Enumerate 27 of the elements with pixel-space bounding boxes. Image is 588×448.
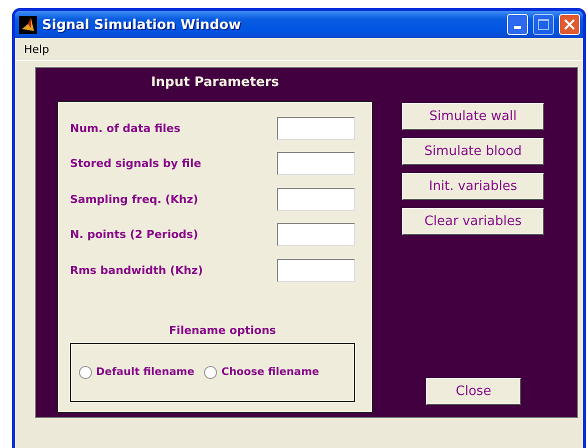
close-button[interactable] bbox=[559, 14, 580, 35]
group-title: Filename options bbox=[169, 324, 276, 336]
input-field[interactable] bbox=[277, 188, 355, 210]
input-field[interactable] bbox=[277, 223, 355, 246]
window-title: Signal Simulation Window bbox=[42, 16, 242, 32]
input-field[interactable] bbox=[277, 116, 355, 140]
field-label: Stored signals by file bbox=[70, 157, 202, 170]
field-label: Num. of data files bbox=[70, 122, 180, 134]
action-button[interactable]: Simulate wall bbox=[402, 103, 544, 130]
maximize-icon bbox=[538, 19, 549, 30]
field-label: Sampling freq. (Khz) bbox=[70, 192, 198, 206]
action-button[interactable]: Init. variables bbox=[402, 173, 544, 200]
maximize-button[interactable] bbox=[533, 14, 554, 35]
input-field[interactable] bbox=[277, 152, 355, 175]
field-label: N. points (2 Periods) bbox=[70, 228, 198, 241]
input-field[interactable] bbox=[277, 258, 355, 282]
panel-title: Input Parameters bbox=[150, 76, 280, 92]
action-button[interactable]: Clear variables bbox=[402, 208, 544, 235]
app-logo-icon bbox=[19, 16, 37, 34]
radio-option[interactable]: Default filename bbox=[79, 366, 194, 378]
field-label: Rms bandwidth (Khz) bbox=[70, 264, 203, 276]
radio-option[interactable]: Choose filename bbox=[204, 366, 320, 378]
close-panel-button[interactable]: Close bbox=[426, 378, 521, 405]
menu-item[interactable]: Help bbox=[21, 42, 52, 56]
action-button[interactable]: Simulate blood bbox=[402, 138, 544, 165]
minimize-button[interactable] bbox=[507, 14, 528, 35]
close-icon bbox=[564, 19, 575, 30]
